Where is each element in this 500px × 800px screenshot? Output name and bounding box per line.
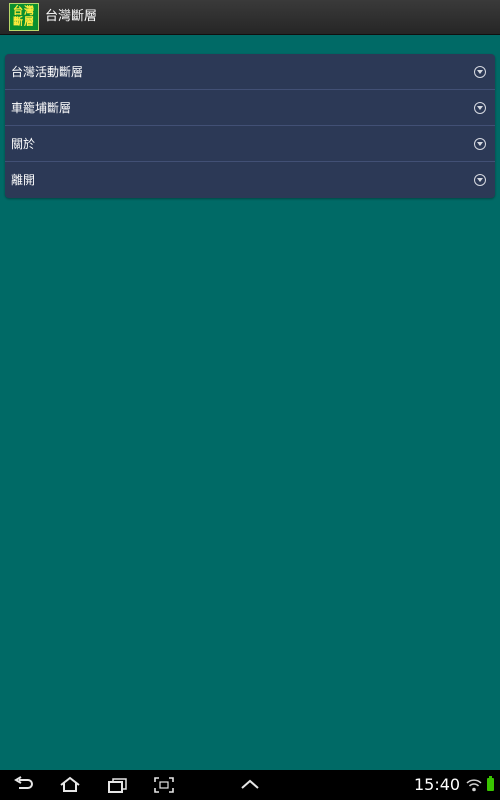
menu-item-label: 離開 — [11, 173, 36, 187]
menu-item-exit[interactable]: 離開 — [5, 162, 495, 198]
chevron-down-circle-icon — [474, 66, 486, 78]
menu-item-label: 台灣活動斷層 — [11, 65, 84, 79]
battery-icon — [487, 776, 494, 791]
logo-line-2: 斷層 — [13, 17, 35, 28]
wifi-icon — [466, 779, 482, 792]
system-navigation-bar: 15:40 — [0, 770, 500, 800]
title-bar: 台灣 斷層 台灣斷層 — [0, 0, 500, 35]
menu-item-chelungpu-fault[interactable]: 車籠埔斷層 — [5, 90, 495, 126]
chevron-down-circle-icon — [474, 138, 486, 150]
back-icon[interactable] — [13, 776, 35, 794]
chevron-down-circle-icon — [474, 174, 486, 186]
menu-item-about[interactable]: 關於 — [5, 126, 495, 162]
menu-item-label: 車籠埔斷層 — [11, 101, 72, 115]
logo-line-1: 台灣 — [13, 6, 35, 17]
clock: 15:40 — [414, 775, 461, 794]
up-caret-icon[interactable] — [239, 776, 261, 794]
app-title: 台灣斷層 — [45, 9, 98, 24]
main-menu: 台灣活動斷層 車籠埔斷層 關於 離開 — [5, 54, 495, 198]
home-icon[interactable] — [59, 776, 81, 794]
app-logo[interactable]: 台灣 斷層 — [9, 3, 39, 31]
chevron-down-circle-icon — [474, 102, 486, 114]
screenshot-icon[interactable] — [153, 776, 175, 794]
recent-apps-icon[interactable] — [107, 776, 129, 794]
menu-item-active-faults[interactable]: 台灣活動斷層 — [5, 54, 495, 90]
menu-item-label: 關於 — [11, 137, 36, 151]
